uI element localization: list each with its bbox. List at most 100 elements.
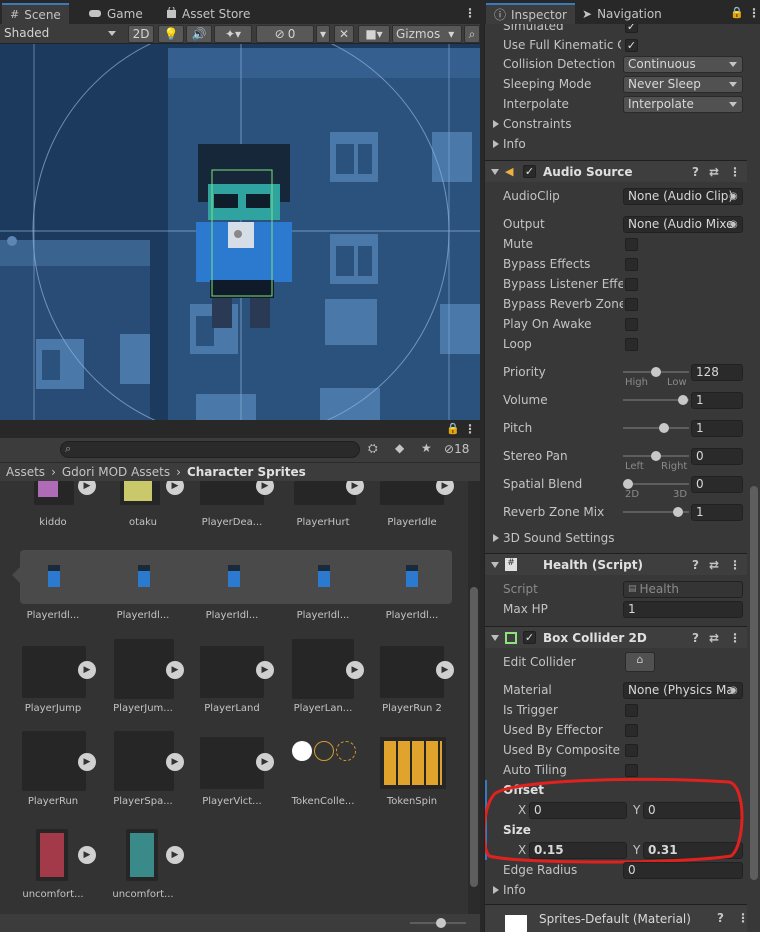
material-field[interactable]: None (Physics Ma <box>623 681 743 699</box>
presets-icon[interactable]: ⇄ <box>709 631 719 645</box>
asset-thumb[interactable] <box>126 829 158 881</box>
filter-type-icon[interactable]: ⛭ <box>368 441 378 456</box>
bypass-reverb-checkbox[interactable] <box>625 297 638 311</box>
filter-label-icon[interactable]: ◆ <box>395 441 404 455</box>
play-icon[interactable]: ▶ <box>256 753 274 771</box>
component-kebab-icon[interactable]: ⋮ <box>729 631 741 645</box>
bypass-listener-checkbox[interactable] <box>625 277 638 291</box>
asset-thumb[interactable] <box>380 481 444 505</box>
simulated-checkbox[interactable]: ✓ <box>625 24 638 33</box>
volume-knob[interactable] <box>678 395 688 405</box>
play-icon[interactable]: ▶ <box>256 661 274 679</box>
audio-source-header[interactable]: ◀ ✓ Audio Source ? ⇄ ⋮ <box>485 160 747 182</box>
shading-dropdown[interactable]: Shaded <box>4 26 120 42</box>
search-scene-icon[interactable]: ⌕ <box>464 25 480 43</box>
audioclip-field[interactable]: None (Audio Clip) <box>623 187 743 205</box>
play-icon[interactable]: ▶ <box>78 753 96 771</box>
sprite-frame[interactable] <box>318 565 330 587</box>
play-icon[interactable]: ▶ <box>78 661 96 679</box>
breadcrumb-gdori[interactable]: Gdori MOD Assets <box>62 465 170 479</box>
project-scrollbar[interactable] <box>468 481 480 914</box>
used-by-effector-checkbox[interactable] <box>625 723 638 737</box>
lighting-toggle-icon[interactable]: 💡 <box>158 25 184 43</box>
play-icon[interactable]: ▶ <box>166 661 184 679</box>
asset-thumb[interactable] <box>34 481 74 505</box>
component-kebab-icon[interactable]: ⋮ <box>729 558 741 572</box>
play-icon[interactable]: ▶ <box>166 481 184 495</box>
inspector-menu-kebab-icon[interactable]: ⋮ <box>748 6 760 20</box>
health-script-header[interactable]: # Health (Script) ? ⇄ ⋮ <box>485 553 747 575</box>
component-kebab-icon[interactable]: ⋮ <box>729 165 741 179</box>
audio-enabled-checkbox[interactable]: ✓ <box>523 165 536 178</box>
sprite-frame[interactable] <box>228 565 240 587</box>
search-input[interactable]: ⌕ <box>60 441 360 458</box>
asset-thumb[interactable] <box>114 639 174 699</box>
presets-icon[interactable]: ⇄ <box>709 165 719 179</box>
sprite-frame[interactable] <box>48 565 60 587</box>
pitch-slider[interactable] <box>623 427 689 429</box>
rigidbody-info-foldout[interactable]: Info <box>485 134 747 154</box>
token-spin-thumb[interactable] <box>380 737 446 789</box>
spatial-blend-knob[interactable] <box>623 479 633 489</box>
tab-asset-store[interactable]: Asset Store <box>158 4 258 24</box>
tab-scene[interactable]: # Scene <box>2 3 69 24</box>
toggle-2d-button[interactable]: 2D <box>128 25 154 43</box>
sleeping-mode-dropdown[interactable]: Never Sleep <box>623 75 743 93</box>
asset-thumb[interactable] <box>36 829 68 881</box>
priority-knob[interactable] <box>651 367 661 377</box>
box-collider-enabled-checkbox[interactable]: ✓ <box>523 631 536 644</box>
kinematic-checkbox[interactable]: ✓ <box>625 38 638 52</box>
play-icon[interactable]: ▶ <box>166 846 184 864</box>
pitch-field[interactable]: 1 <box>691 419 743 437</box>
play-icon[interactable]: ▶ <box>346 661 364 679</box>
asset-thumb[interactable] <box>120 481 160 505</box>
gizmos-dropdown[interactable]: Gizmos ▾ <box>392 25 462 43</box>
asset-thumb[interactable] <box>22 646 86 698</box>
constraints-foldout[interactable]: Constraints <box>485 114 747 134</box>
reverb-zone-mix-knob[interactable] <box>673 507 683 517</box>
scene-viewport[interactable] <box>0 44 480 420</box>
play-icon[interactable]: ▶ <box>436 481 454 495</box>
asset-thumb[interactable] <box>292 639 354 699</box>
token-collect-thumb[interactable] <box>290 739 360 789</box>
project-scrollbar-thumb[interactable] <box>470 587 478 887</box>
sprite-frame[interactable] <box>406 565 418 587</box>
used-by-composite-checkbox[interactable] <box>625 743 638 757</box>
output-field[interactable]: None (Audio Mixe <box>623 215 743 233</box>
asset-thumb[interactable] <box>380 646 444 698</box>
camera-dropdown-icon[interactable]: ■▾ <box>358 25 390 43</box>
scene-menu-kebab-icon[interactable]: ⋮ <box>464 6 476 20</box>
sprite-frame[interactable] <box>138 565 150 587</box>
tools-toggle-icon[interactable]: ✕ <box>334 25 354 43</box>
lock-icon[interactable]: 🔒 <box>446 422 460 435</box>
stereo-pan-field[interactable]: 0 <box>691 447 743 465</box>
box-collider-header[interactable]: ✓ Box Collider 2D ? ⇄ ⋮ <box>485 626 747 648</box>
play-icon[interactable]: ▶ <box>436 661 454 679</box>
play-icon[interactable]: ▶ <box>346 481 364 495</box>
audio-toggle-icon[interactable]: 🔊 <box>186 25 212 43</box>
play-icon[interactable]: ▶ <box>78 846 96 864</box>
lock-icon[interactable]: 🔒 <box>730 6 744 19</box>
edge-radius-field[interactable]: 0 <box>623 861 743 879</box>
favorite-star-icon[interactable]: ★ <box>421 441 432 455</box>
help-icon[interactable]: ? <box>717 911 724 925</box>
reverb-zone-mix-field[interactable]: 1 <box>691 503 743 521</box>
priority-field[interactable]: 128 <box>691 363 743 381</box>
stereo-pan-knob[interactable] <box>651 451 661 461</box>
thumbnail-size-knob[interactable] <box>436 918 446 928</box>
hidden-packages-toggle[interactable]: ⊘18 <box>444 442 469 456</box>
tab-navigation[interactable]: ➤ Navigation <box>574 4 670 24</box>
volume-field[interactable]: 1 <box>691 391 743 409</box>
help-icon[interactable]: ? <box>692 165 699 179</box>
play-icon[interactable]: ▶ <box>78 481 96 495</box>
edit-collider-button[interactable]: ⌂ <box>625 652 655 672</box>
play-icon[interactable]: ▶ <box>256 481 274 495</box>
asset-thumb[interactable] <box>200 481 264 505</box>
loop-checkbox[interactable] <box>625 337 638 351</box>
bypass-effects-checkbox[interactable] <box>625 257 638 271</box>
asset-thumb[interactable] <box>200 737 264 789</box>
object-picker-icon[interactable]: ◉ <box>729 219 738 230</box>
interpolate-dropdown[interactable]: Interpolate <box>623 95 743 113</box>
effects-toggle-icon[interactable]: ✦▾ <box>214 25 252 43</box>
breadcrumb-assets[interactable]: Assets <box>6 465 45 479</box>
